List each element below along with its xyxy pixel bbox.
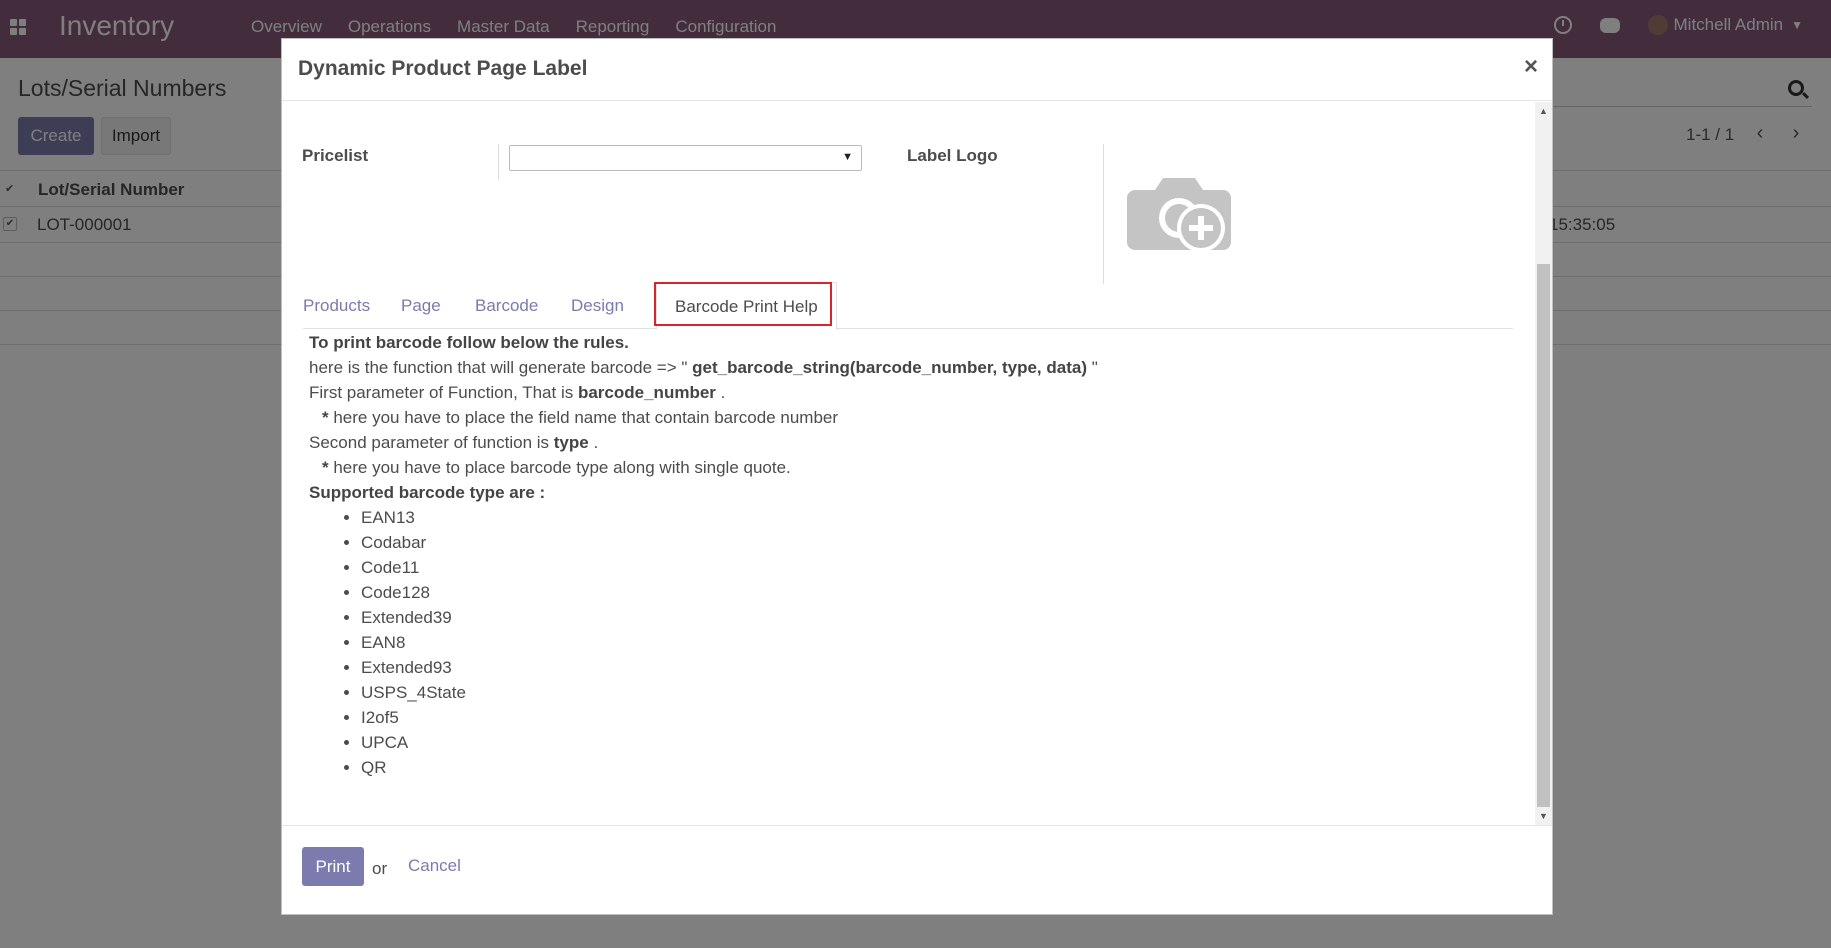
help-line3-text: here you have to place the field name th… [328, 408, 839, 427]
tab-barcode-print-help[interactable]: Barcode Print Help [656, 282, 837, 330]
help-function-name: get_barcode_string(barcode_number, type,… [692, 358, 1087, 377]
list-item: I2of5 [361, 705, 1509, 730]
label-logo-label: Label Logo [907, 146, 998, 165]
modal-body[interactable]: Pricelist ▼ Label Logo Products Page Bar… [282, 102, 1552, 825]
notebook-tabs: Products Page Barcode Design Barcode Pri… [303, 282, 1513, 330]
help-supported-heading: Supported barcode type are : [309, 483, 546, 502]
list-item: Code11 [361, 555, 1509, 580]
tab-barcode[interactable]: Barcode [475, 282, 538, 329]
list-item: Extended93 [361, 655, 1509, 680]
modal-scrollbar[interactable]: ▲ ▼ [1535, 102, 1552, 825]
help-line1-prefix: here is the function that will generate … [309, 358, 693, 377]
help-line2-prefix: First parameter of Function, That is [309, 383, 578, 402]
or-text: or [372, 859, 388, 878]
list-item: EAN8 [361, 630, 1509, 655]
tab-design[interactable]: Design [571, 282, 624, 329]
list-item: EAN13 [361, 505, 1509, 530]
help-line4-prefix: Second parameter of function is [309, 433, 554, 452]
chevron-down-icon: ▼ [842, 151, 853, 163]
modal-header: Dynamic Product Page Label × [282, 39, 1552, 101]
dynamic-label-dialog: Dynamic Product Page Label × Pricelist ▼… [281, 38, 1553, 915]
help-param-barcode-number: barcode_number [577, 383, 716, 402]
list-item: Extended39 [361, 605, 1509, 630]
modal-title: Dynamic Product Page Label [298, 57, 588, 80]
barcode-type-list: EAN13 Codabar Code11 Code128 Extended39 … [361, 505, 1509, 780]
cancel-button[interactable]: Cancel [408, 856, 461, 876]
tab-page[interactable]: Page [401, 282, 441, 329]
tab-products[interactable]: Products [303, 282, 370, 329]
help-star: * [322, 408, 329, 427]
help-line5-text: here you have to place barcode type alon… [328, 458, 791, 477]
help-param-type: type [553, 433, 589, 452]
barcode-help-content: To print barcode follow below the rules.… [309, 330, 1509, 780]
help-heading: To print barcode follow below the rules. [309, 333, 629, 352]
close-icon[interactable]: × [1524, 53, 1538, 81]
list-item: Code128 [361, 580, 1509, 605]
modal-footer: Print or Cancel [282, 825, 1552, 914]
scrollbar-thumb[interactable] [1537, 264, 1550, 807]
list-item: Codabar [361, 530, 1509, 555]
help-line2-suffix: . [715, 383, 726, 402]
help-line4-suffix: . [588, 433, 599, 452]
scroll-down-icon[interactable]: ▼ [1539, 811, 1548, 821]
list-item: UPCA [361, 730, 1509, 755]
scroll-up-icon[interactable]: ▲ [1539, 106, 1548, 116]
print-button[interactable]: Print [302, 847, 364, 886]
list-item: USPS_4State [361, 680, 1509, 705]
camera-upload-icon[interactable] [1127, 168, 1231, 258]
divider [498, 144, 499, 180]
list-item: QR [361, 755, 1509, 780]
pricelist-label: Pricelist [302, 146, 369, 165]
divider [1103, 144, 1104, 284]
help-line1-suffix: " [1087, 358, 1098, 377]
help-star: * [322, 458, 329, 477]
pricelist-select[interactable]: ▼ [509, 145, 862, 171]
